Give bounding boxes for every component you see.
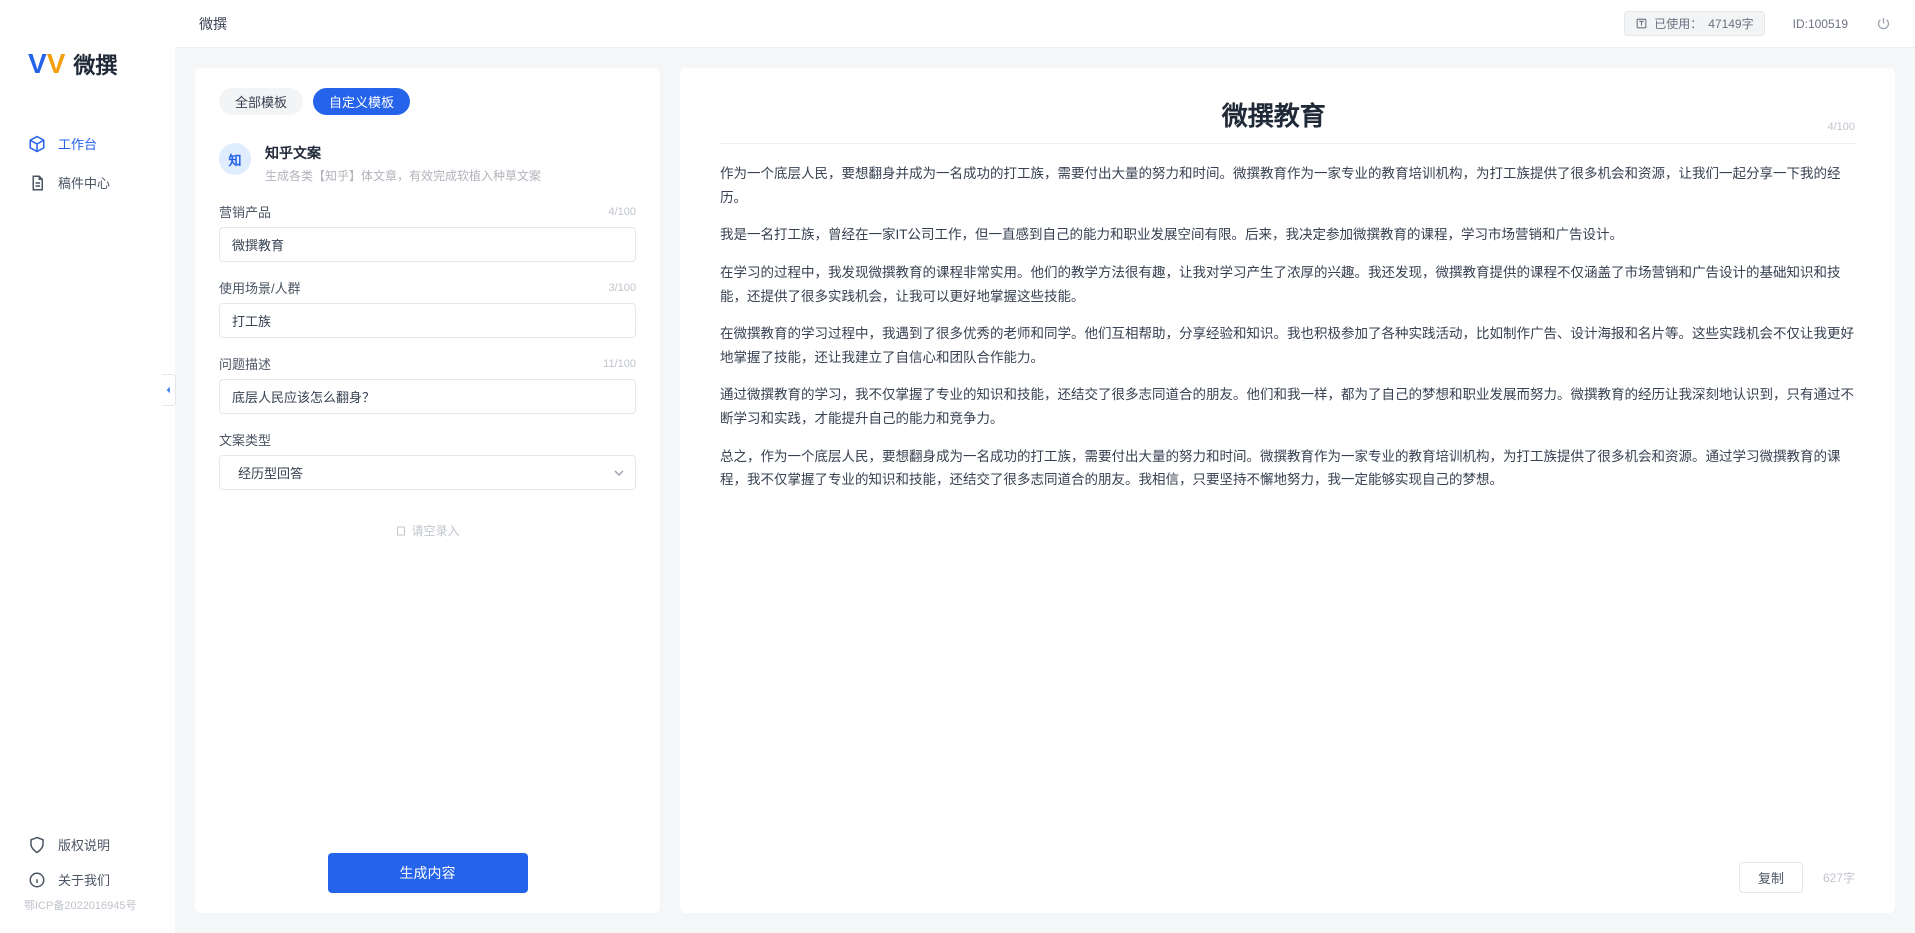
icp-footer: 鄂ICP备2022016945号 xyxy=(0,897,175,913)
collapse-sidebar-button[interactable] xyxy=(162,374,176,406)
field-counter: 3/100 xyxy=(608,282,636,294)
logo-text: 微撰 xyxy=(73,48,117,80)
output-paragraph: 通过微撰教育的学习，我不仅掌握了专业的知识和技能，还结交了很多志同道合的朋友。他… xyxy=(720,383,1855,430)
usage-label: 已使用： xyxy=(1654,15,1702,32)
usage-badge[interactable]: 已使用： 47149字 xyxy=(1624,11,1764,36)
field-product: 营销产品 4/100 xyxy=(219,202,636,262)
field-counter: 4/100 xyxy=(608,206,636,218)
info-icon xyxy=(28,871,46,889)
output-paragraph: 我是一名打工族，曾经在一家IT公司工作，但一直感到自己的能力和职业发展空间有限。… xyxy=(720,223,1855,247)
shield-icon xyxy=(28,836,46,854)
topbar-right: 已使用： 47149字 ID:100519 xyxy=(1624,11,1891,36)
template-title: 知乎文案 xyxy=(265,143,541,163)
logo: VV 微撰 xyxy=(0,48,175,108)
type-select[interactable] xyxy=(219,455,636,490)
nav: 工作台 稿件中心 xyxy=(0,108,175,827)
sidebar-item-copyright[interactable]: 版权说明 xyxy=(0,827,175,862)
main: 微撰 已使用： 47149字 ID:100519 全部模板 自定义模板 xyxy=(175,0,1915,933)
logo-icon: VV xyxy=(28,48,65,80)
output-char-count: 627字 xyxy=(1823,869,1855,886)
user-id: ID:100519 xyxy=(1793,17,1848,31)
panel-form: 全部模板 自定义模板 知 知乎文案 生成各类【知乎】体文章，有效完成软植入种草文… xyxy=(195,68,660,913)
generate-button[interactable]: 生成内容 xyxy=(328,853,528,893)
output-title-counter: 4/100 xyxy=(1827,121,1855,133)
sidebar-item-label: 版权说明 xyxy=(58,835,110,854)
scene-input[interactable] xyxy=(219,303,636,338)
template-card[interactable]: 知 知乎文案 生成各类【知乎】体文章，有效完成软植入种草文案 xyxy=(219,133,636,202)
output-paragraph: 在微撰教育的学习过程中，我遇到了很多优秀的老师和同学。他们互相帮助，分享经验和知… xyxy=(720,322,1855,369)
problem-input[interactable] xyxy=(219,379,636,414)
sidebar-item-workspace[interactable]: 工作台 xyxy=(0,124,175,163)
file-icon xyxy=(395,525,407,537)
field-label: 使用场景/人群 xyxy=(219,278,301,297)
product-input[interactable] xyxy=(219,227,636,262)
field-label: 文案类型 xyxy=(219,430,271,449)
field-label: 问题描述 xyxy=(219,354,271,373)
output-paragraph: 总之，作为一个底层人民，要想翻身成为一名成功的打工族，需要付出大量的努力和时间。… xyxy=(720,445,1855,492)
panel-output: 微撰教育 4/100 作为一个底层人民，要想翻身并成为一名成功的打工族，需要付出… xyxy=(680,68,1895,913)
content: 全部模板 自定义模板 知 知乎文案 生成各类【知乎】体文章，有效完成软植入种草文… xyxy=(175,48,1915,933)
field-label: 营销产品 xyxy=(219,202,271,221)
power-icon[interactable] xyxy=(1876,16,1891,31)
output-title[interactable]: 微撰教育 xyxy=(720,96,1827,133)
sidebar-item-about[interactable]: 关于我们 xyxy=(0,862,175,897)
page-title: 微撰 xyxy=(199,14,227,34)
sidebar: VV 微撰 工作台 稿件中心 版权说明 关于我们 鄂ICP备2022016945… xyxy=(0,0,175,933)
text-icon xyxy=(1635,17,1648,30)
output-paragraph: 作为一个底层人民，要想翻身并成为一名成功的打工族，需要付出大量的努力和时间。微撰… xyxy=(720,162,1855,209)
empty-prompt-text: 请空录入 xyxy=(411,522,459,539)
sidebar-bottom: 版权说明 关于我们 鄂ICP备2022016945号 xyxy=(0,827,175,933)
template-tabs: 全部模板 自定义模板 xyxy=(219,88,636,115)
tab-custom-templates[interactable]: 自定义模板 xyxy=(313,88,410,115)
field-counter: 11/100 xyxy=(603,358,636,370)
sidebar-item-label: 关于我们 xyxy=(58,870,110,889)
cube-icon xyxy=(28,135,46,153)
output-body[interactable]: 作为一个底层人民，要想翻身并成为一名成功的打工族，需要付出大量的努力和时间。微撰… xyxy=(720,162,1855,850)
field-scene: 使用场景/人群 3/100 xyxy=(219,278,636,338)
tab-all-templates[interactable]: 全部模板 xyxy=(219,88,303,115)
field-type: 文案类型 xyxy=(219,430,636,490)
doc-edit-icon xyxy=(28,174,46,192)
copy-button[interactable]: 复制 xyxy=(1739,862,1803,893)
field-problem: 问题描述 11/100 xyxy=(219,354,636,414)
empty-prompt: 请空录入 xyxy=(219,506,636,555)
usage-value: 47149字 xyxy=(1708,15,1753,32)
sidebar-item-label: 稿件中心 xyxy=(58,173,110,192)
topbar: 微撰 已使用： 47149字 ID:100519 xyxy=(175,0,1915,48)
template-icon: 知 xyxy=(219,143,251,175)
output-paragraph: 在学习的过程中，我发现微撰教育的课程非常实用。他们的教学方法很有趣，让我对学习产… xyxy=(720,261,1855,308)
sidebar-item-label: 工作台 xyxy=(58,134,97,153)
sidebar-item-drafts[interactable]: 稿件中心 xyxy=(0,163,175,202)
template-desc: 生成各类【知乎】体文章，有效完成软植入种草文案 xyxy=(265,167,541,184)
chevron-left-icon xyxy=(165,386,173,394)
